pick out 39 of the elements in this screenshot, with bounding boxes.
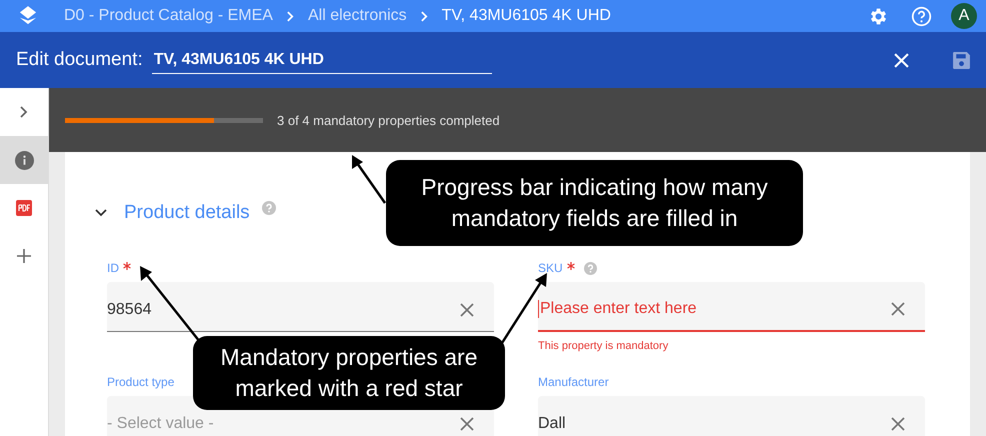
chevron-icon — [286, 10, 294, 22]
arrow — [352, 155, 386, 204]
close-icon[interactable] — [894, 52, 909, 68]
info-icon[interactable] — [14, 150, 34, 170]
chevron-icon — [420, 10, 428, 22]
settings-icon[interactable] — [868, 6, 889, 26]
error-message: This property is mandatory — [538, 340, 668, 352]
edit-document-label: Edit document: — [16, 49, 143, 71]
placeholder-text: - Select value - — [107, 414, 214, 432]
callout-tooltip: Progress bar indicating how many mandatory fields are filled in — [386, 160, 803, 246]
help-icon[interactable] — [911, 6, 932, 26]
field-label: Product type — [107, 375, 174, 389]
callout-tooltip: Mandatory properties are marked with a red star — [193, 336, 505, 410]
user-avatar[interactable]: A — [951, 3, 977, 29]
chevron-icon[interactable] — [20, 106, 28, 118]
caret-icon[interactable] — [95, 209, 107, 217]
placeholder-text: Please enter text here — [538, 300, 697, 318]
field-value: Dall — [538, 414, 566, 432]
section-title: Product details — [124, 202, 250, 224]
clear-icon[interactable] — [891, 302, 905, 316]
save-icon[interactable] — [952, 50, 971, 70]
add-icon[interactable] — [16, 248, 32, 264]
field-value: 98564 — [107, 300, 152, 318]
field-label: SKU — [538, 261, 563, 275]
breadcrumb-link[interactable]: D0 - Product Catalog - EMEA — [64, 7, 273, 25]
breadcrumb-link[interactable]: All electronics — [308, 7, 407, 25]
pdf-file-icon[interactable] — [16, 200, 32, 216]
field-label: Manufacturer — [538, 375, 609, 389]
progress-text: 3 of 4 mandatory properties completed — [277, 112, 500, 128]
clear-icon[interactable] — [460, 302, 474, 316]
input-field[interactable]: Dall — [538, 396, 925, 436]
field-label: ID — [107, 261, 119, 275]
clear-icon[interactable] — [460, 416, 474, 430]
document-title-field[interactable]: TV, 43MU6105 4K UHD — [152, 46, 492, 74]
layers-logo-icon[interactable] — [19, 6, 37, 26]
breadcrumb-link[interactable]: TV, 43MU6105 4K UHD — [442, 7, 611, 25]
input-field[interactable]: 98564 — [107, 282, 494, 332]
input-field[interactable]: Please enter text here — [538, 282, 925, 332]
clear-icon[interactable] — [891, 416, 905, 430]
